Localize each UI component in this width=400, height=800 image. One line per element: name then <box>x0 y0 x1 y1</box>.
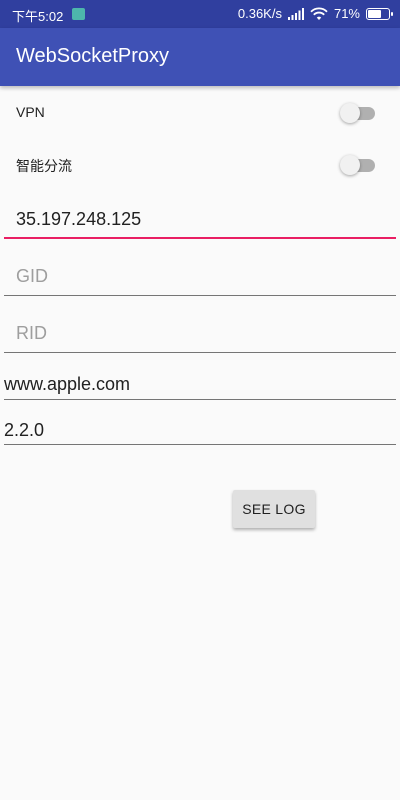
notification-app-icon <box>72 8 85 20</box>
wifi-icon <box>310 7 328 20</box>
vpn-label: VPN <box>16 104 45 120</box>
host-value[interactable]: www.apple.com <box>4 374 130 395</box>
network-speed: 0.36K/s <box>237 6 282 21</box>
status-indicators: 0.36K/s 71% <box>237 6 393 21</box>
rid-placeholder[interactable]: RID <box>16 323 47 344</box>
rid-underline <box>4 352 396 353</box>
vpn-setting-row[interactable]: VPN <box>0 88 400 136</box>
battery-icon <box>366 7 393 20</box>
host-field[interactable]: www.apple.com <box>4 370 396 402</box>
app-title: WebSocketProxy <box>16 45 170 67</box>
server-ip-field[interactable]: 35.197.248.125 <box>4 200 396 242</box>
see-log-button[interactable]: SEE LOG <box>233 490 315 528</box>
version-underline <box>4 444 396 445</box>
smart-split-toggle-thumb <box>340 155 360 175</box>
signal-icon <box>287 7 304 20</box>
version-field[interactable]: 2.2.0 <box>4 416 396 448</box>
gid-underline <box>4 295 396 296</box>
smart-split-label: 智能分流 <box>16 158 72 174</box>
gid-placeholder[interactable]: GID <box>16 266 48 287</box>
gid-field[interactable]: GID <box>4 256 396 298</box>
rid-field[interactable]: RID <box>4 313 396 355</box>
server-ip-underline <box>4 237 396 239</box>
smart-split-toggle[interactable] <box>340 155 375 175</box>
vpn-toggle-thumb <box>340 103 360 123</box>
app-bar: WebSocketProxy <box>0 28 400 86</box>
vpn-toggle[interactable] <box>340 103 375 123</box>
version-value[interactable]: 2.2.0 <box>4 420 44 441</box>
host-underline <box>4 399 396 400</box>
smart-split-setting-row[interactable]: 智能分流 <box>0 140 400 188</box>
server-ip-value[interactable]: 35.197.248.125 <box>16 209 141 230</box>
status-time: 下午5:02 <box>12 9 64 24</box>
battery-percent: 71% <box>333 6 360 21</box>
status-bar: 下午5:02 0.36K/s 71% <box>0 0 400 28</box>
